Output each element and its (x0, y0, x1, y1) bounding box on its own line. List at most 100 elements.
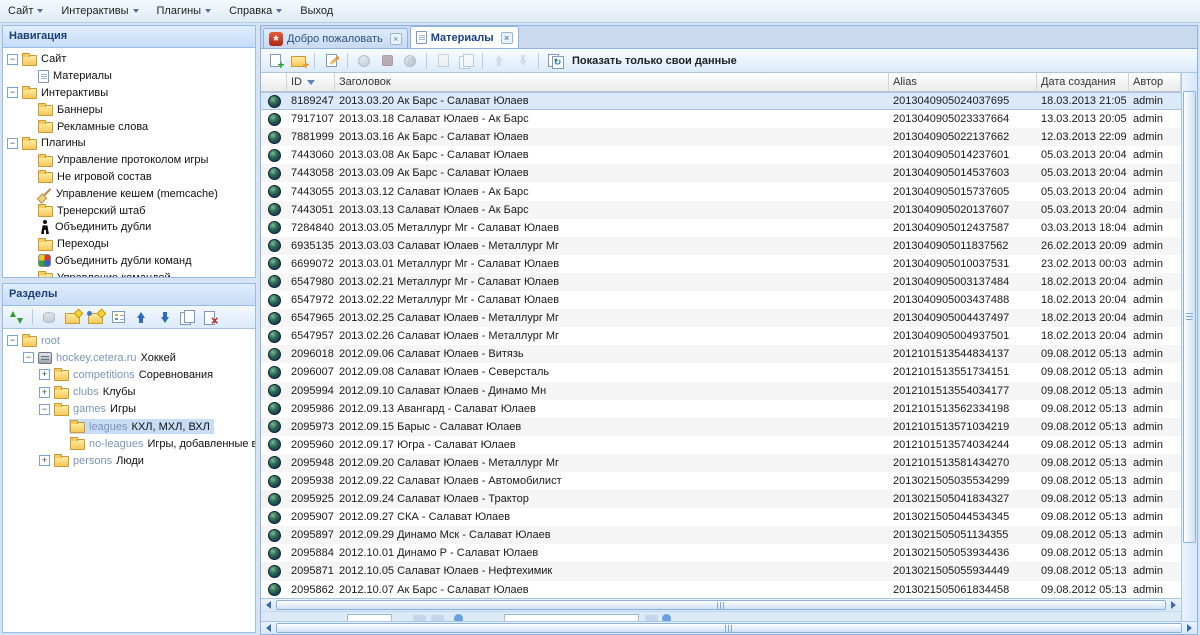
table-row[interactable]: 20959482012.09.20 Салават Юлаев - Металл… (261, 454, 1181, 472)
expander-plus-icon[interactable]: + (39, 369, 50, 380)
paging-button[interactable] (431, 615, 444, 621)
table-row[interactable]: 20959602012.09.17 Югра - Салават Юлаев20… (261, 436, 1181, 454)
table-row[interactable]: 74430602013.03.08 Ак Барс - Салават Юлае… (261, 146, 1181, 164)
scroll-right-button[interactable] (1182, 622, 1197, 634)
table-row[interactable]: 66990722013.03.01 Металлург Мг - Салават… (261, 255, 1181, 273)
scroll-left-button[interactable] (261, 622, 276, 634)
scroll-left-button[interactable] (261, 599, 276, 611)
table-row[interactable]: 65479652013.02.25 Салават Юлаев - Металл… (261, 309, 1181, 327)
nav-item-team-management[interactable]: Управление командой (3, 269, 255, 277)
table-row[interactable]: 20959862012.09.13 Авангард - Салават Юла… (261, 400, 1181, 418)
bottom-horizontal-scrollbar[interactable] (261, 621, 1197, 634)
section-item-leagues[interactable]: leaguesКХЛ, МХЛ, ВХЛ (3, 418, 255, 435)
table-row[interactable]: 65479722013.02.22 Металлург Мг - Салават… (261, 291, 1181, 309)
expander-plus-icon[interactable]: + (39, 455, 50, 466)
tab-welcome[interactable]: Добро пожаловать× (263, 28, 408, 48)
column-header-alias[interactable]: Alias (889, 73, 1037, 91)
menu-item-plugins[interactable]: Плагины (157, 5, 212, 17)
paging-button[interactable] (645, 615, 658, 621)
expander-minus-icon[interactable]: − (7, 54, 18, 65)
table-row[interactable]: 74430582013.03.09 Ак Барс - Салават Юлае… (261, 164, 1181, 182)
table-row[interactable]: 81892472013.03.20 Ак Барс - Салават Юлае… (261, 92, 1181, 110)
table-row[interactable]: 78819992013.03.16 Ак Барс - Салават Юлае… (261, 128, 1181, 146)
paging-refresh-icon[interactable] (454, 614, 463, 621)
expander-minus-icon[interactable]: − (7, 335, 18, 346)
menu-item-interactives[interactable]: Интерактивы (61, 5, 138, 17)
section-item-persons[interactable]: +personsЛюди (3, 452, 255, 469)
search-icon[interactable] (662, 614, 671, 621)
column-header-created[interactable]: Дата создания (1037, 73, 1129, 91)
table-row[interactable]: 20958972012.09.29 Динамо Мск - Салават Ю… (261, 526, 1181, 544)
table-row[interactable]: 20959382012.09.22 Салават Юлаев - Автомо… (261, 472, 1181, 490)
my-data-button[interactable] (545, 51, 565, 71)
nav-item-interactives[interactable]: −Интерактивы (3, 85, 255, 102)
scroll-right-button[interactable] (1166, 599, 1181, 611)
nav-item-cache-management[interactable]: Управление кешем (memcache) (3, 185, 255, 202)
nav-item-merge-team-duplicates[interactable]: Объединить дубли команд (3, 253, 255, 270)
close-icon[interactable]: × (501, 32, 513, 44)
table-row[interactable]: 20960072012.09.08 Салават Юлаев - Северс… (261, 363, 1181, 381)
menu-item-help[interactable]: Справка (229, 5, 282, 17)
table-row[interactable]: 74430552013.03.12 Салават Юлаев - Ак Бар… (261, 182, 1181, 200)
expander-plus-icon[interactable]: + (39, 387, 50, 398)
table-row[interactable]: 20959732012.09.15 Барыс - Салават Юлаев2… (261, 418, 1181, 436)
section-item-clubs[interactable]: +clubsКлубы (3, 384, 255, 401)
paging-button[interactable] (413, 615, 426, 621)
table-row[interactable]: 74430512013.03.13 Салават Юлаев - Ак Бар… (261, 201, 1181, 219)
table-row[interactable]: 20958842012.10.01 Динамо Р - Салават Юла… (261, 544, 1181, 562)
expander-minus-icon[interactable]: − (39, 404, 50, 415)
table-row[interactable]: 69351352013.03.03 Салават Юлаев - Металл… (261, 237, 1181, 255)
vertical-scrollbar-thumb[interactable] (1183, 91, 1196, 543)
add-folder-button[interactable] (288, 51, 308, 71)
copy-button[interactable] (177, 307, 197, 327)
column-header-author[interactable]: Автор (1129, 73, 1181, 91)
nav-item-site[interactable]: −Сайт (3, 51, 255, 68)
table-row[interactable]: 20959072012.09.27 СКА - Салават Юлаев201… (261, 508, 1181, 526)
nav-item-game-protocol[interactable]: Управление протоколом игры (3, 152, 255, 169)
refresh-button[interactable] (6, 307, 26, 327)
table-row[interactable]: 79171072013.03.18 Салават Юлаев - Ак Бар… (261, 110, 1181, 128)
search-input[interactable] (504, 614, 639, 621)
delete-button[interactable] (200, 307, 220, 327)
table-row[interactable]: 20959942012.09.10 Салават Юлаев - Динамо… (261, 382, 1181, 400)
table-row[interactable]: 20958712012.10.05 Салават Юлаев - Нефтех… (261, 562, 1181, 580)
nav-item-non-playing-roster[interactable]: Не игровой состав (3, 169, 255, 186)
move-down-button[interactable] (154, 307, 174, 327)
tab-materials[interactable]: Материалы× (410, 26, 519, 48)
add-subsection-button[interactable] (85, 307, 105, 327)
nav-item-banners[interactable]: Баннеры (3, 101, 255, 118)
nav-item-coaching-staff[interactable]: Тренерский штаб (3, 202, 255, 219)
table-row[interactable]: 65479572013.02.26 Салават Юлаев - Металл… (261, 327, 1181, 345)
section-item-games[interactable]: −gamesИгры (3, 401, 255, 418)
expander-minus-icon[interactable]: − (7, 138, 18, 149)
move-up-button[interactable] (131, 307, 151, 327)
table-row[interactable]: 20958622012.10.07 Ак Барс - Салават Юлае… (261, 581, 1181, 598)
properties-button[interactable] (108, 307, 128, 327)
table-row[interactable]: 20959252012.09.24 Салават Юлаев - Тракто… (261, 490, 1181, 508)
close-icon[interactable]: × (390, 33, 402, 45)
edit-button[interactable] (321, 51, 341, 71)
section-item-competitions[interactable]: +competitionsСоревнования (3, 366, 255, 383)
horizontal-scrollbar-thumb[interactable] (276, 623, 1182, 633)
table-row[interactable]: 72848402013.03.05 Металлург Мг - Салават… (261, 219, 1181, 237)
section-item-no-leagues[interactable]: no-leaguesИгры, добавленные вручную (3, 435, 255, 452)
column-header-title[interactable]: Заголовок (335, 73, 889, 91)
show-only-my-data-button[interactable]: Показать только свои данные (568, 55, 741, 67)
expander-minus-icon[interactable]: − (23, 352, 34, 363)
table-row[interactable]: 20960182012.09.06 Салават Юлаев - Витязь… (261, 345, 1181, 363)
horizontal-scrollbar[interactable] (261, 598, 1181, 611)
vertical-scrollbar[interactable] (1181, 73, 1197, 621)
nav-item-ad-words[interactable]: Рекламные слова (3, 118, 255, 135)
table-row[interactable]: 65479802013.02.21 Металлург Мг - Салават… (261, 273, 1181, 291)
page-number-input[interactable] (347, 614, 392, 621)
section-item-root[interactable]: −root (3, 332, 255, 349)
add-section-button[interactable] (62, 307, 82, 327)
section-item-hockey-cetera-ru[interactable]: −hockey.cetera.ruХоккей (3, 349, 255, 366)
add-material-button[interactable] (265, 51, 285, 71)
menu-item-logout[interactable]: Выход (300, 5, 333, 17)
horizontal-scrollbar-thumb[interactable] (276, 600, 1166, 610)
nav-item-merge-duplicates[interactable]: Объединить дубли (3, 219, 255, 236)
expander-minus-icon[interactable]: − (7, 87, 18, 98)
nav-item-plugins[interactable]: −Плагины (3, 135, 255, 152)
column-header-id[interactable]: ID (287, 73, 335, 91)
